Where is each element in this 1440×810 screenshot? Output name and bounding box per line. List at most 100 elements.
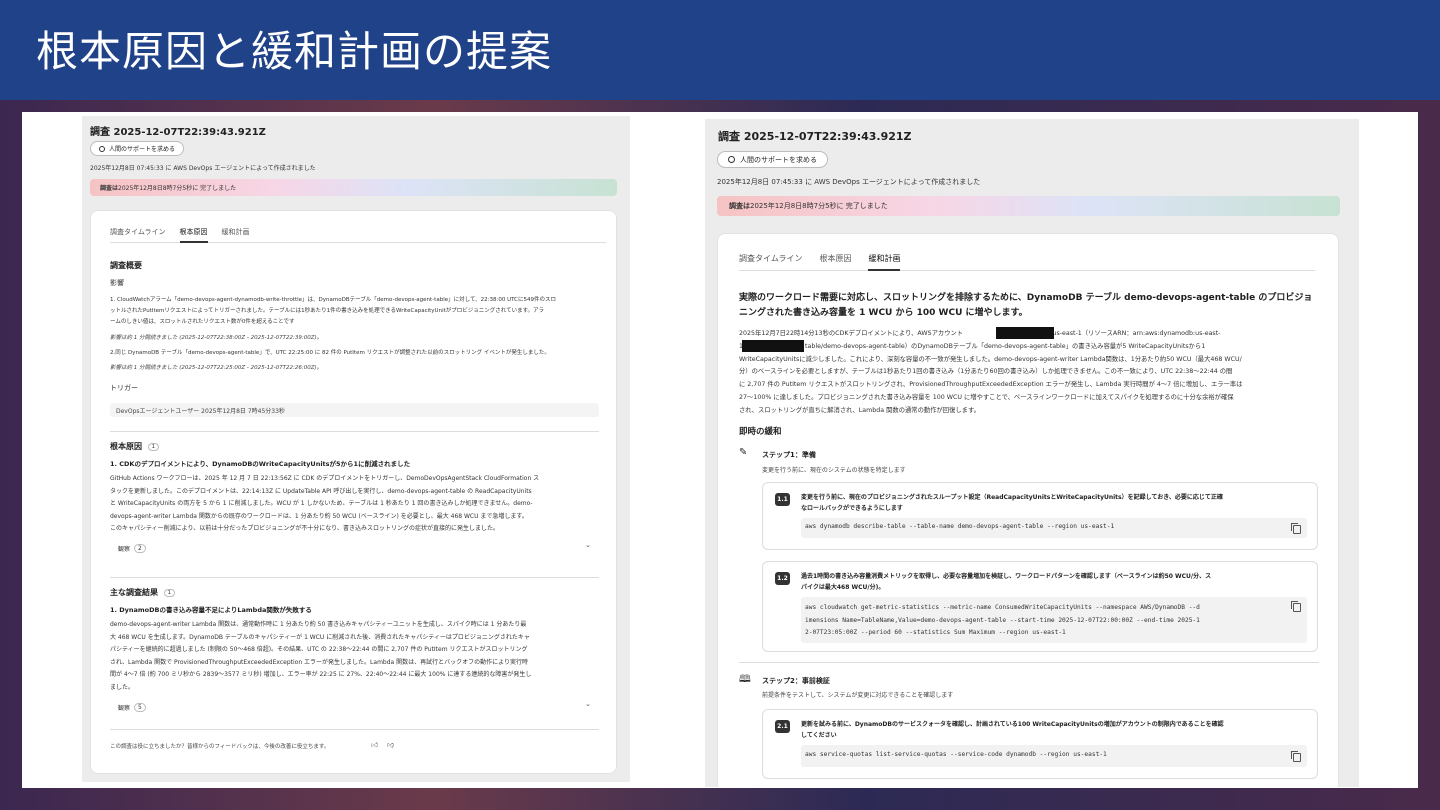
- observations-count: 5: [134, 703, 146, 712]
- help-button-label: 人間のサポートを求める: [109, 146, 176, 153]
- root-cause-heading: 根本原因 1: [110, 441, 159, 452]
- thumbs-up-icon[interactable]: 👍︎: [371, 740, 378, 749]
- impact-label: 影響: [110, 279, 124, 287]
- findings-subheading: 1. DynamoDBの書き込み容量不足によりLambda関数が失敗する: [110, 606, 312, 614]
- step2-description: 前提条件をテストして、システムが変更に対応できることを確認します: [762, 692, 954, 699]
- mitigation-line: され、スロットリングが直ちに解消され、Lambda 関数の通常の動作が回復します…: [739, 406, 980, 414]
- step-text-line: 変更を行う前に、現在のプロビジョニングされたスループット設定（ReadCapac…: [801, 494, 1223, 501]
- trigger-value: DevOpsエージェントユーザー 2025年12月8日 7時45分33秒: [110, 403, 599, 417]
- root-cause-heading-text: 根本原因: [110, 442, 142, 451]
- impact-1: 1. CloudWatchアラーム「demo-devops-agent-dyna…: [110, 295, 556, 328]
- mitigation-line: 2025年12月7日22時14分13秒のCDKデプロイメントにより、AWSアカウ…: [739, 328, 1242, 341]
- step-1-2-card: 1.2 過去1時間の書き込み容量消費メトリックを取得し、必要な容量増加を検証し、…: [762, 561, 1318, 652]
- status-banner: 調査は 2025年12月8日8時7分5秒に 完了しました: [90, 179, 617, 196]
- mitigation-line: 1 table/demo-devops-agent-table）のDynamoDB…: [739, 341, 1242, 354]
- redaction-block: [996, 327, 1054, 339]
- step-1-2-text: 過去1時間の書き込み容量消費メトリックを取得し、必要な容量増加を検証し、ワークロ…: [801, 571, 1211, 593]
- help-button[interactable]: 人間のサポートを求める: [717, 151, 828, 168]
- root-cause-line: devops-agent-writer Lambda 関数からの既存のワークロー…: [110, 512, 528, 520]
- copy-icon[interactable]: [1291, 751, 1301, 762]
- findings-line: パシティーを継続的に超過しました (制限の 50～468 倍超)。その結果、UT…: [110, 646, 528, 653]
- copy-icon[interactable]: [1291, 601, 1301, 612]
- step-2-1-text: 更新を試みる前に、DynamoDBのサービスクォータを確認し、計画されている10…: [801, 719, 1224, 741]
- mitigation-text: table/demo-devops-agent-table）のDynamoDBテ…: [805, 342, 1206, 350]
- chevron-down-icon[interactable]: ⌄: [585, 541, 591, 549]
- root-observations-toggle[interactable]: 観察 2: [118, 544, 146, 553]
- slide-title: 根本原因と緩和計画の提案: [36, 27, 553, 76]
- tab-root-cause[interactable]: 根本原因: [179, 223, 208, 243]
- step1-description: 変更を行う前に、現在のシステムの状態を特定します: [762, 467, 906, 474]
- root-cause-count: 1: [147, 442, 159, 451]
- tab-bar: 調査タイムライン 根本原因 緩和計画: [110, 223, 606, 243]
- mitigation-heading-line: ニングされた書き込み容量を 1 WCU から 100 WCU に増やします。: [739, 308, 1028, 318]
- root-cause-line: GitHub Actions ワークフローは、2025 年 12 月 7 日 2…: [110, 475, 540, 482]
- findings-line: ました。: [110, 683, 135, 691]
- step2-title: ステップ2：事前検証: [762, 677, 830, 685]
- investigation-title: 調査 2025-12-07T22:39:43.921Z: [90, 127, 266, 138]
- tab-timeline[interactable]: 調査タイムライン: [739, 248, 802, 270]
- root-cause-body: GitHub Actions ワークフローは、2025 年 12 月 7 日 2…: [110, 473, 539, 536]
- mitigation-heading: 実際のワークロード需要に対応し、スロットリングを排除するために、DynamoDB…: [739, 291, 1312, 321]
- code-line: imensions Name=TableName,Value=demo-devo…: [805, 616, 1200, 624]
- impact-1-duration: 影響は約 1 分間続きました (2025-12-07T22:38:00Z - 2…: [110, 335, 323, 341]
- mitigation-card: 調査タイムライン 根本原因 緩和計画 実際のワークロード需要に対応し、スロットリ…: [717, 233, 1339, 787]
- root-cause-subheading: 1. CDKのデプロイメントにより、DynamoDBのWriteCapacity…: [110, 460, 411, 468]
- tab-timeline[interactable]: 調査タイムライン: [110, 223, 166, 242]
- findings-observations-toggle[interactable]: 観察 5: [118, 703, 146, 712]
- root-cause-line: タックを更新しました。このデプロイメントは、22:14:13Z に Update…: [110, 487, 532, 495]
- findings-heading: 主な調査結果 1: [110, 587, 175, 598]
- tab-root-cause[interactable]: 根本原因: [819, 248, 851, 270]
- findings-line: され、Lambda 関数で ProvisionedThroughputExcee…: [110, 658, 528, 666]
- step-1-1-text: 変更を行う前に、現在のプロビジョニングされたスループット設定（ReadCapac…: [801, 492, 1223, 514]
- created-text: 2025年12月8日 07:45:33 に AWS DevOps エージェントに…: [717, 178, 981, 186]
- code-line: aws cloudwatch get-metric-statistics --m…: [805, 604, 1200, 611]
- findings-body: demo-devops-agent-writer Lambda 関数は、通常動作…: [110, 619, 531, 694]
- chevron-down-icon[interactable]: ⌄: [585, 700, 591, 708]
- tab-mitigation[interactable]: 緩和計画: [222, 223, 250, 242]
- immediate-mitigation-heading: 即時の緩和: [739, 427, 782, 437]
- step-text-line: パイクは最大468 WCU/分)。: [801, 584, 885, 591]
- step-1-2-code: aws cloudwatch get-metric-statistics --m…: [801, 597, 1307, 643]
- step-text-line: 更新を試みる前に、DynamoDBのサービスクォータを確認し、計画されている10…: [801, 721, 1224, 728]
- step-number: 1.1: [775, 493, 790, 506]
- banner-bold: 調査は: [100, 185, 119, 192]
- mitigation-line: WriteCapacityUnitsに減少しました。これにより、深刻な容量の不一…: [739, 355, 1242, 363]
- redaction-block: [742, 340, 804, 352]
- step-text-line: 過去1時間の書き込み容量消費メトリックを取得し、必要な容量増加を検証し、ワークロ…: [801, 573, 1212, 580]
- status-banner: 調査は 2025年12月8日8時7分5秒に 完了しました: [717, 196, 1340, 216]
- summary-heading: 調査概要: [110, 261, 142, 270]
- created-text: 2025年12月8日 07:45:33 に AWS DevOps エージェントに…: [90, 165, 316, 172]
- banner-text: 2025年12月8日8時7分5秒に 完了しました: [750, 202, 888, 210]
- chat-icon: [99, 145, 105, 152]
- divider: [110, 577, 599, 578]
- step1-title: ステップ1：準備: [762, 451, 816, 459]
- help-button[interactable]: 人間のサポートを求める: [90, 141, 185, 156]
- mitigation-heading-line: 実際のワークロード需要に対応し、スロットリングを排除するために、DynamoDB…: [739, 293, 1313, 303]
- impact-2-duration: 影響は約 1 分間続きました (2025-12-07T22:25:00Z - 2…: [110, 365, 323, 371]
- impact-1-line: ットルされたPutItemリクエストによってトリガーされました。テーブルには1秒…: [110, 308, 545, 314]
- right-screenshot-panel: 調査 2025-12-07T22:39:43.921Z 人間のサポートを求める …: [705, 119, 1359, 787]
- trigger-label: トリガー: [110, 384, 138, 392]
- step-1-1-card: 1.1 変更を行う前に、現在のプロビジョニングされたスループット設定（ReadC…: [762, 482, 1318, 550]
- thumbs-down-icon[interactable]: 👎︎: [387, 740, 394, 749]
- step-number: 1.2: [775, 572, 790, 585]
- step-number: 2.1: [775, 720, 790, 733]
- copy-icon[interactable]: [1291, 523, 1301, 534]
- step-2-1-code: aws service-quotas list-service-quotas -…: [801, 745, 1307, 767]
- tab-mitigation[interactable]: 緩和計画: [868, 248, 901, 271]
- impact-1-line: ームのしきい値は、スロットルされたリクエスト数が0件を超えることです: [110, 319, 295, 325]
- root-cause-card: 調査タイムライン 根本原因 緩和計画 調査概要 影響 1. CloudWatch…: [90, 210, 617, 774]
- banner-bold: 調査は: [729, 202, 750, 210]
- help-button-label: 人間のサポートを求める: [740, 155, 817, 164]
- mitigation-line: 分）のベースラインを必要としますが、テーブルは1秒あたり1回の書き込み（1分あた…: [739, 368, 1233, 376]
- book-icon: 🕮: [739, 674, 751, 685]
- step-text-line: してください: [801, 732, 837, 739]
- divider: [110, 729, 599, 730]
- step-1-1-code: aws dynamodb describe-table --table-name…: [801, 518, 1307, 538]
- mitigation-line: に 2,707 件の PutItem リクエストがスロットリングされ、Provi…: [739, 381, 1243, 389]
- findings-count: 1: [163, 588, 175, 597]
- impact-2: 2.同じ DynamoDB テーブル「demo-devops-agent-tab…: [110, 350, 550, 356]
- code-line: 2-07T23:05:00Z --period 60 --statistics …: [805, 629, 1066, 636]
- findings-heading-text: 主な調査結果: [110, 588, 158, 597]
- observations-count: 2: [134, 544, 146, 553]
